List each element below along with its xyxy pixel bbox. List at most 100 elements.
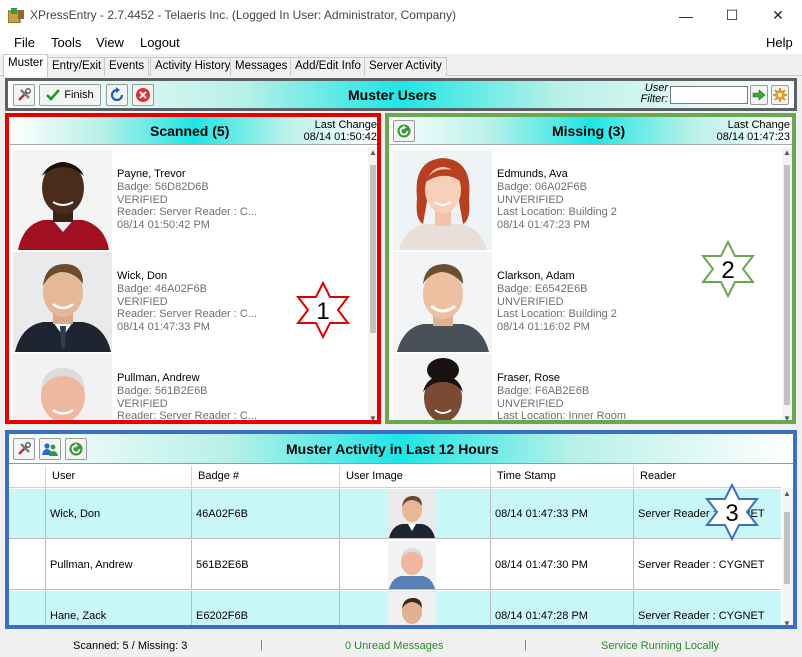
activity-tools-button[interactable] (13, 438, 35, 460)
minimize-icon: — (679, 7, 693, 24)
window-title: XPressEntry - 2.7.4452 - Telaeris Inc. (… (30, 8, 456, 22)
maximize-button[interactable]: ☐ (709, 0, 755, 31)
title-bar: XPressEntry - 2.7.4452 - Telaeris Inc. (… (0, 0, 802, 31)
filter-clear-button[interactable] (771, 85, 789, 105)
tab-messages[interactable]: Messages (230, 57, 293, 76)
user-photo (393, 354, 492, 420)
menu-tools[interactable]: Tools (51, 35, 81, 50)
muster-users-bar: Finish Muster Users User Filter: (5, 78, 797, 111)
user-photo (13, 354, 112, 420)
tab-muster[interactable]: Muster (3, 54, 49, 77)
cell-user: Hane, Zack (46, 591, 192, 625)
muster-users-title: Muster Users (348, 87, 437, 103)
person-detail: Reader: Server Reader : C... (117, 206, 258, 219)
scanned-scrollbar[interactable]: ▲ ▼ (368, 147, 377, 420)
person-name: Clarkson, Adam (497, 270, 575, 282)
minimize-button[interactable]: — (663, 0, 709, 31)
missing-person[interactable]: Fraser, Rose Badge: F6AB2E6B UNVERIFIED … (389, 354, 792, 420)
annotation-number: 2 (721, 257, 734, 284)
tab-server-activity[interactable]: Server Activity (364, 57, 447, 76)
status-service: Service Running Locally (601, 640, 720, 652)
cell-user: Wick, Don (46, 489, 192, 539)
user-thumbnail (388, 592, 436, 625)
person-badge: Badge: 06A02F6B (497, 180, 587, 193)
person-status: UNVERIFIED (497, 193, 564, 206)
person-info: Fraser, Rose Badge: F6AB2E6B UNVERIFIED … (497, 372, 626, 420)
activity-users-button[interactable] (39, 438, 61, 460)
menu-file[interactable]: File (14, 35, 35, 50)
person-badge: Badge: 56D82D6B (117, 180, 209, 193)
table-row[interactable]: Wick, Don 46A02F6B 08/14 01:47:33 PM Ser… (9, 489, 781, 539)
person-detail: Last Location: Building 2 (497, 206, 617, 219)
annotation-star-2: 2 (700, 240, 756, 298)
table-row[interactable]: Hane, Zack E6202F6B 08/14 01:47:28 PM Se… (9, 591, 781, 625)
scanned-person[interactable]: Payne, Trevor Badge: 56D82D6B VERIFIED R… (9, 150, 377, 252)
cell-user-image (340, 540, 491, 590)
person-name: Payne, Trevor (117, 168, 186, 180)
table-row[interactable]: Pullman, Andrew 561B2E6B 08/14 01:47:30 … (9, 540, 781, 590)
app-icon (8, 8, 24, 23)
finish-button[interactable]: Finish (39, 84, 101, 106)
user-filter-label: User Filter: (640, 82, 669, 105)
close-button[interactable]: ✕ (755, 0, 801, 31)
status-messages[interactable]: 0 Unread Messages (345, 640, 443, 652)
cell-badge: 561B2E6B (192, 540, 340, 590)
user-photo (393, 252, 492, 352)
user-thumbnail (388, 541, 436, 589)
activity-header: Muster Activity in Last 12 Hours (9, 434, 793, 464)
column-user[interactable]: User (46, 466, 192, 488)
menu-help[interactable]: Help (766, 35, 793, 50)
cell-reader: Server Reader : CYGNET (638, 610, 765, 622)
scanned-header: Scanned (5) Last Change 08/14 01:50:42 (9, 117, 377, 145)
tab-entry-exit[interactable]: Entry/Exit (47, 57, 107, 76)
person-time: 08/14 01:47:23 PM (497, 219, 590, 232)
activity-refresh-button[interactable] (65, 438, 87, 460)
maximize-icon: ☐ (725, 7, 739, 23)
tab-activity-history[interactable]: Activity History (150, 57, 236, 76)
scanned-person[interactable]: Pullman, Andrew Badge: 561B2E6B VERIFIED… (9, 354, 377, 420)
cell-user-image (340, 489, 491, 539)
refresh-icon (69, 442, 83, 456)
person-name: Wick, Don (117, 270, 168, 282)
status-separator: | (260, 639, 263, 651)
filter-apply-button[interactable] (750, 85, 768, 105)
scroll-thumb[interactable] (784, 165, 790, 405)
cancel-button[interactable] (132, 84, 154, 106)
activity-scrollbar[interactable]: ▲ ▼ (782, 488, 793, 625)
missing-refresh-button[interactable] (393, 120, 415, 142)
column-badge[interactable]: Badge # (192, 466, 340, 488)
user-filter-input[interactable] (670, 86, 748, 104)
tab-add-edit-info[interactable]: Add/Edit Info (290, 57, 366, 76)
tab-events[interactable]: Events (104, 57, 150, 76)
cell-badge: E6202F6B (192, 591, 340, 625)
row-selector[interactable] (9, 489, 46, 539)
tools-button[interactable] (13, 84, 35, 106)
finish-label: Finish (64, 89, 94, 101)
scroll-thumb[interactable] (370, 165, 376, 333)
missing-person[interactable]: Edmunds, Ava Badge: 06A02F6B UNVERIFIED … (389, 150, 792, 252)
settings-icon (773, 88, 787, 102)
user-photo (13, 150, 112, 250)
missing-scrollbar[interactable]: ▲ ▼ (782, 147, 792, 423)
row-selector[interactable] (9, 540, 46, 590)
scroll-down-icon: ▼ (783, 414, 791, 423)
menu-view[interactable]: View (96, 35, 124, 50)
arrow-right-icon (752, 89, 766, 101)
person-info: Pullman, Andrew Badge: 561B2E6B VERIFIED… (117, 372, 257, 420)
cell-user-image (340, 591, 491, 625)
row-selector[interactable] (9, 591, 46, 625)
scanned-panel: Scanned (5) Last Change 08/14 01:50:42 Pa… (5, 113, 381, 424)
activity-panel: Muster Activity in Last 12 Hours User Ba… (5, 430, 797, 629)
tools-icon (18, 88, 31, 101)
grid-header: User Badge # User Image Time Stamp Reade… (9, 466, 781, 488)
scroll-thumb[interactable] (784, 512, 790, 584)
column-time-stamp[interactable]: Time Stamp (491, 466, 634, 488)
tools-icon (18, 442, 31, 455)
person-badge: Badge: E6542E6B (497, 282, 588, 295)
missing-header: Missing (3) Last Change 08/14 01:47:23 (389, 117, 792, 145)
missing-title: Missing (3) (552, 123, 626, 139)
menu-logout[interactable]: Logout (140, 35, 180, 50)
users-icon (42, 443, 58, 456)
refresh-button[interactable] (106, 84, 128, 106)
column-user-image[interactable]: User Image (340, 466, 491, 488)
